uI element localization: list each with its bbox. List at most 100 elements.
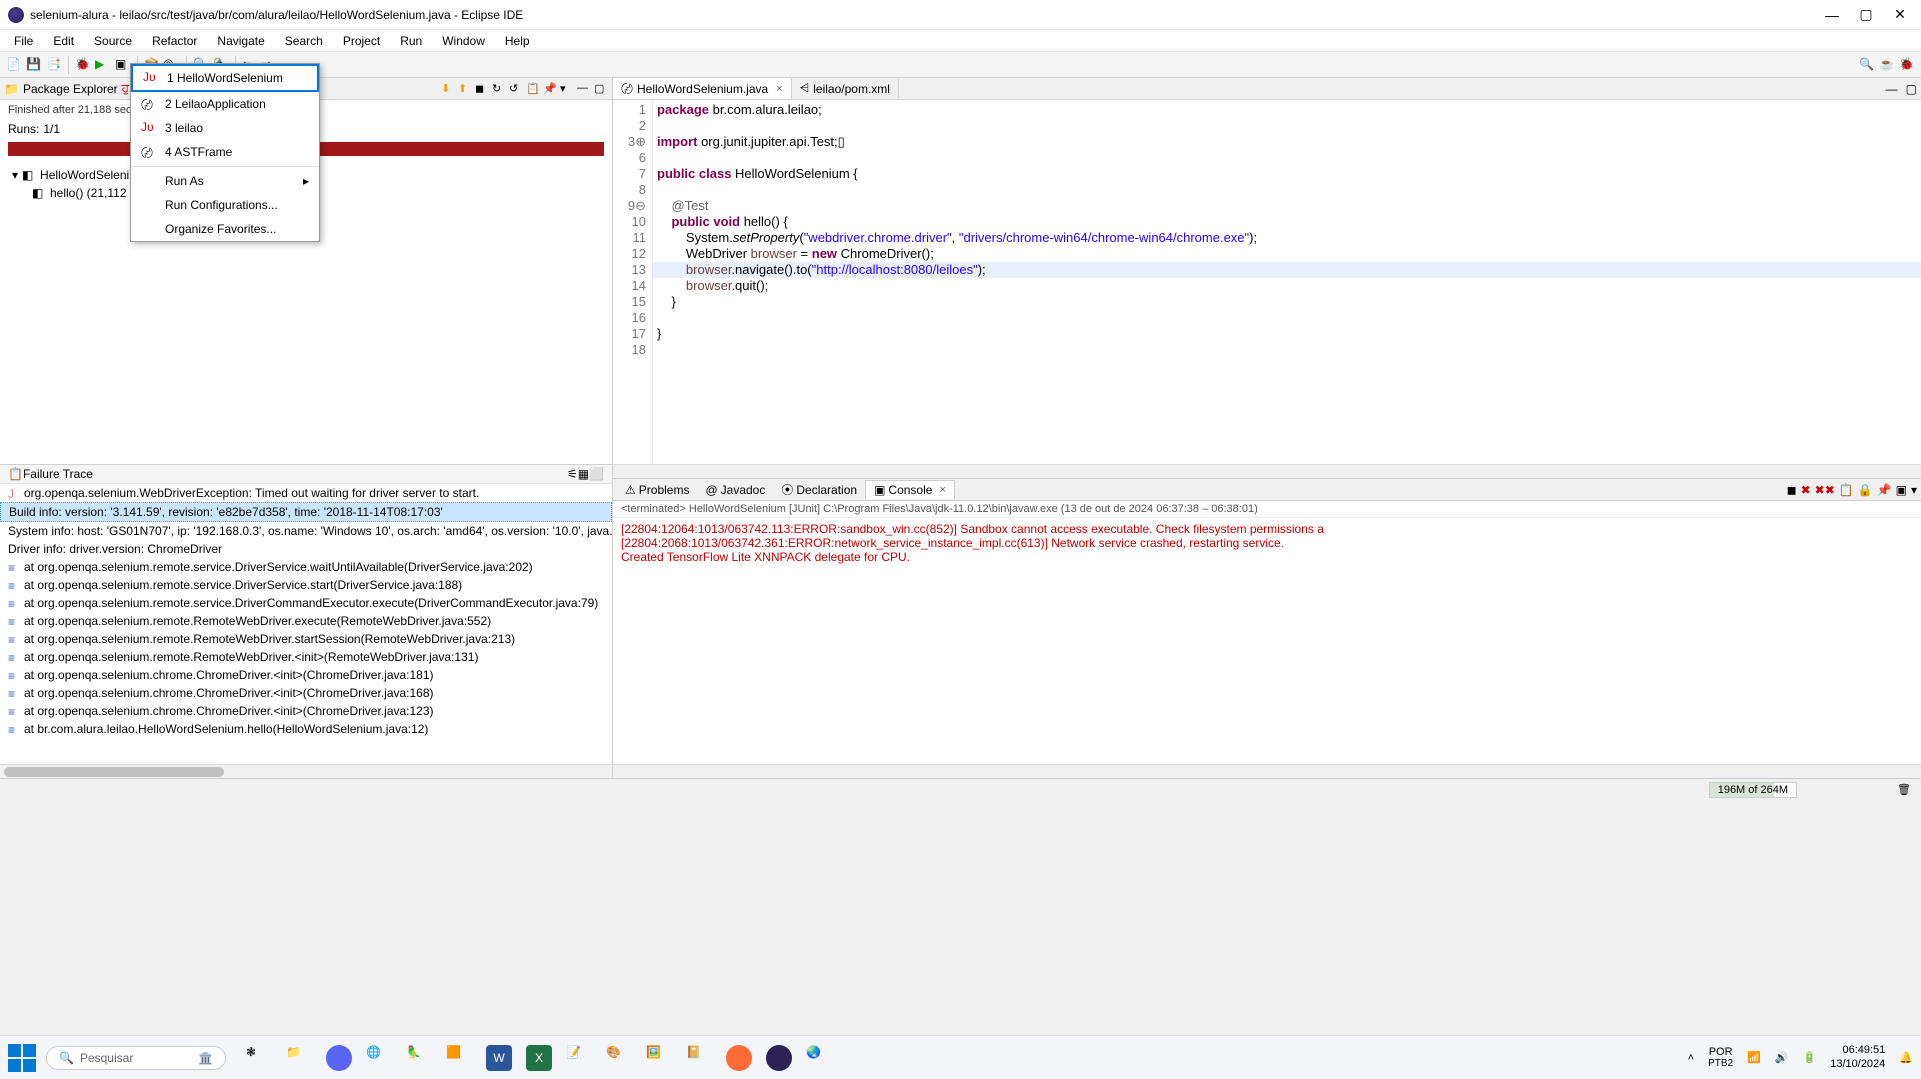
clear-console-icon[interactable]: 📋 bbox=[1839, 483, 1854, 497]
task-copilot-icon[interactable]: ❃ bbox=[246, 1045, 272, 1071]
trace-row[interactable]: at org.openqa.selenium.chrome.ChromeDriv… bbox=[24, 686, 434, 700]
view-menu-icon[interactable]: ▾ bbox=[560, 82, 574, 96]
wifi-icon[interactable]: 📶 bbox=[1747, 1051, 1761, 1064]
editor-minimize-icon[interactable]: — bbox=[1882, 82, 1902, 96]
notifications-icon[interactable]: 🔔 bbox=[1899, 1051, 1913, 1064]
editor-tab-inactive[interactable]: ⩤leilao/pom.xml bbox=[792, 79, 899, 98]
lang-indicator-2[interactable]: PTB2 bbox=[1708, 1058, 1733, 1069]
trace-row[interactable]: at org.openqa.selenium.chrome.ChromeDriv… bbox=[24, 704, 434, 718]
coverage-icon[interactable]: ▣ bbox=[115, 57, 131, 73]
task-discord-icon[interactable] bbox=[326, 1045, 352, 1071]
trace-row[interactable]: at org.openqa.selenium.remote.service.Dr… bbox=[24, 578, 462, 592]
run-icon[interactable]: ▶ bbox=[95, 57, 111, 73]
perspective-java-icon[interactable]: ☕ bbox=[1879, 57, 1895, 73]
maximize-button[interactable]: ▢ bbox=[1859, 8, 1873, 22]
gc-icon[interactable]: 🗑 bbox=[1897, 783, 1911, 796]
task-notepad-icon[interactable]: 📝 bbox=[566, 1045, 592, 1071]
battery-icon[interactable]: 🔋 bbox=[1803, 1051, 1817, 1064]
trace-row[interactable]: at org.openqa.selenium.remote.RemoteWebD… bbox=[24, 650, 478, 664]
task-chrome-icon[interactable]: 🌐 bbox=[366, 1045, 392, 1071]
editor-maximize-icon[interactable]: ▢ bbox=[1902, 82, 1921, 96]
task-word-icon[interactable]: W bbox=[486, 1045, 512, 1071]
menu-file[interactable]: File bbox=[4, 32, 43, 50]
trace-row[interactable]: System info: host: 'GS01N707', ip: '192.… bbox=[8, 524, 612, 538]
trace-row[interactable]: at org.openqa.selenium.remote.service.Dr… bbox=[24, 596, 598, 610]
menu-navigate[interactable]: Navigate bbox=[207, 32, 274, 50]
remove-all-icon[interactable]: ✖✖ bbox=[1815, 483, 1835, 497]
save-all-icon[interactable]: 📑 bbox=[46, 57, 62, 73]
task-eclipse-icon[interactable] bbox=[766, 1045, 792, 1071]
console-tab[interactable]: ▣Console× bbox=[865, 480, 955, 499]
stop-icon[interactable]: ◼ bbox=[475, 82, 489, 96]
junit-tab[interactable]: ਹੁ bbox=[122, 81, 129, 96]
menu-help[interactable]: Help bbox=[495, 32, 540, 50]
terminate-icon[interactable]: ◼ bbox=[1787, 483, 1797, 497]
minimize-view-icon[interactable]: — bbox=[577, 82, 591, 96]
heap-status[interactable]: 196M of 264M bbox=[1709, 782, 1797, 798]
run-configurations[interactable]: Run Configurations... bbox=[131, 193, 319, 217]
close-tab-icon[interactable]: × bbox=[776, 83, 782, 95]
task-postman-icon[interactable] bbox=[726, 1045, 752, 1071]
console-output[interactable]: [22804:12064:1013/063742.113:ERROR:sandb… bbox=[613, 518, 1921, 764]
tray-chevron-icon[interactable]: ˄ bbox=[1688, 1052, 1694, 1064]
rerun-failed-icon[interactable]: ↺ bbox=[509, 82, 523, 96]
menu-edit[interactable]: Edit bbox=[43, 32, 84, 50]
next-failure-icon[interactable]: ⬇ bbox=[441, 82, 455, 96]
pin-icon[interactable]: 📌 bbox=[543, 82, 557, 96]
quick-access-icon[interactable]: 🔍 bbox=[1859, 57, 1875, 73]
menu-project[interactable]: Project bbox=[333, 32, 390, 50]
new-icon[interactable]: 📄 bbox=[6, 57, 22, 73]
rerun-icon[interactable]: ↻ bbox=[492, 82, 506, 96]
trace-row[interactable]: at org.openqa.selenium.remote.RemoteWebD… bbox=[24, 632, 515, 646]
task-canary-icon[interactable]: 🦜 bbox=[406, 1045, 432, 1071]
taskbar-search[interactable]: 🔍 Pesquisar 🏛️ bbox=[46, 1046, 226, 1070]
run-history-item-1[interactable]: Jυ1 HelloWordSelenium bbox=[131, 64, 319, 92]
menu-search[interactable]: Search bbox=[275, 32, 333, 50]
menu-source[interactable]: Source bbox=[84, 32, 142, 50]
run-history-item-3[interactable]: Jυ3 leilao bbox=[131, 116, 319, 140]
compare-icon[interactable]: ▦ bbox=[578, 467, 589, 481]
problems-tab[interactable]: ⚠Problems bbox=[617, 481, 697, 499]
task-screenshot-icon[interactable]: 🖼️ bbox=[646, 1045, 672, 1071]
debug-icon[interactable]: 🐞 bbox=[75, 57, 91, 73]
failure-trace-list[interactable]: Jઃorg.openqa.selenium.WebDriverException… bbox=[0, 484, 612, 764]
task-paint-icon[interactable]: 🎨 bbox=[606, 1045, 632, 1071]
pin-console-icon[interactable]: 📌 bbox=[1877, 483, 1892, 497]
display-console-icon[interactable]: ▣ bbox=[1896, 483, 1907, 497]
task-xampp-icon[interactable]: 🟧 bbox=[446, 1045, 472, 1071]
code-editor[interactable]: 123⊕6789⊖101112131415161718 package br.c… bbox=[613, 100, 1921, 464]
editor-tab-active[interactable]: 〄HelloWordSelenium.java× bbox=[613, 78, 792, 99]
organize-favorites[interactable]: Organize Favorites... bbox=[131, 217, 319, 241]
tree-child[interactable]: hello() (21,112 s bbox=[50, 186, 136, 200]
menu-window[interactable]: Window bbox=[432, 32, 495, 50]
expand-icon[interactable]: ▾ bbox=[12, 168, 18, 182]
trace-row[interactable]: at org.openqa.selenium.remote.service.Dr… bbox=[24, 560, 533, 574]
trace-row[interactable]: Driver info: driver.version: ChromeDrive… bbox=[8, 542, 222, 556]
lang-indicator-1[interactable]: POR bbox=[1708, 1046, 1733, 1058]
start-button[interactable] bbox=[8, 1044, 36, 1072]
horizontal-scrollbar[interactable] bbox=[0, 764, 612, 778]
scroll-lock-icon[interactable]: 🔒 bbox=[1858, 483, 1873, 497]
run-history-item-4[interactable]: 〄4 ASTFrame bbox=[131, 140, 319, 164]
run-history-item-2[interactable]: 〄2 LeilaoApplication bbox=[131, 92, 319, 116]
history-icon[interactable]: 📋 bbox=[526, 82, 540, 96]
prev-failure-icon[interactable]: ⬆ bbox=[458, 82, 472, 96]
trace-row[interactable]: at org.openqa.selenium.chrome.ChromeDriv… bbox=[24, 668, 434, 682]
console-horizontal-scrollbar[interactable] bbox=[613, 764, 1921, 778]
javadoc-tab[interactable]: @Javadoc bbox=[697, 481, 773, 499]
minimize-button[interactable]: — bbox=[1825, 8, 1839, 22]
trace-row[interactable]: Build info: version: '3.141.59', revisio… bbox=[9, 505, 443, 519]
run-as-menu[interactable]: Run As▸ bbox=[131, 169, 319, 193]
task-excel-icon[interactable]: X bbox=[526, 1045, 552, 1071]
remove-launch-icon[interactable]: ✖ bbox=[1801, 483, 1811, 497]
task-notes-icon[interactable]: 📔 bbox=[686, 1045, 712, 1071]
frame-icon[interactable]: ⬜ bbox=[589, 467, 604, 481]
package-explorer-tab[interactable]: Package Explorer bbox=[23, 82, 118, 96]
code-area[interactable]: package br.com.alura.leilao;import org.j… bbox=[653, 100, 1921, 464]
maximize-view-icon[interactable]: ▢ bbox=[594, 82, 608, 96]
filter-icon[interactable]: ⚟ bbox=[567, 467, 578, 481]
save-icon[interactable]: 💾 bbox=[26, 57, 42, 73]
close-button[interactable]: ✕ bbox=[1893, 8, 1907, 22]
close-view-icon[interactable]: × bbox=[939, 484, 945, 496]
trace-row[interactable]: at org.openqa.selenium.remote.RemoteWebD… bbox=[24, 614, 491, 628]
